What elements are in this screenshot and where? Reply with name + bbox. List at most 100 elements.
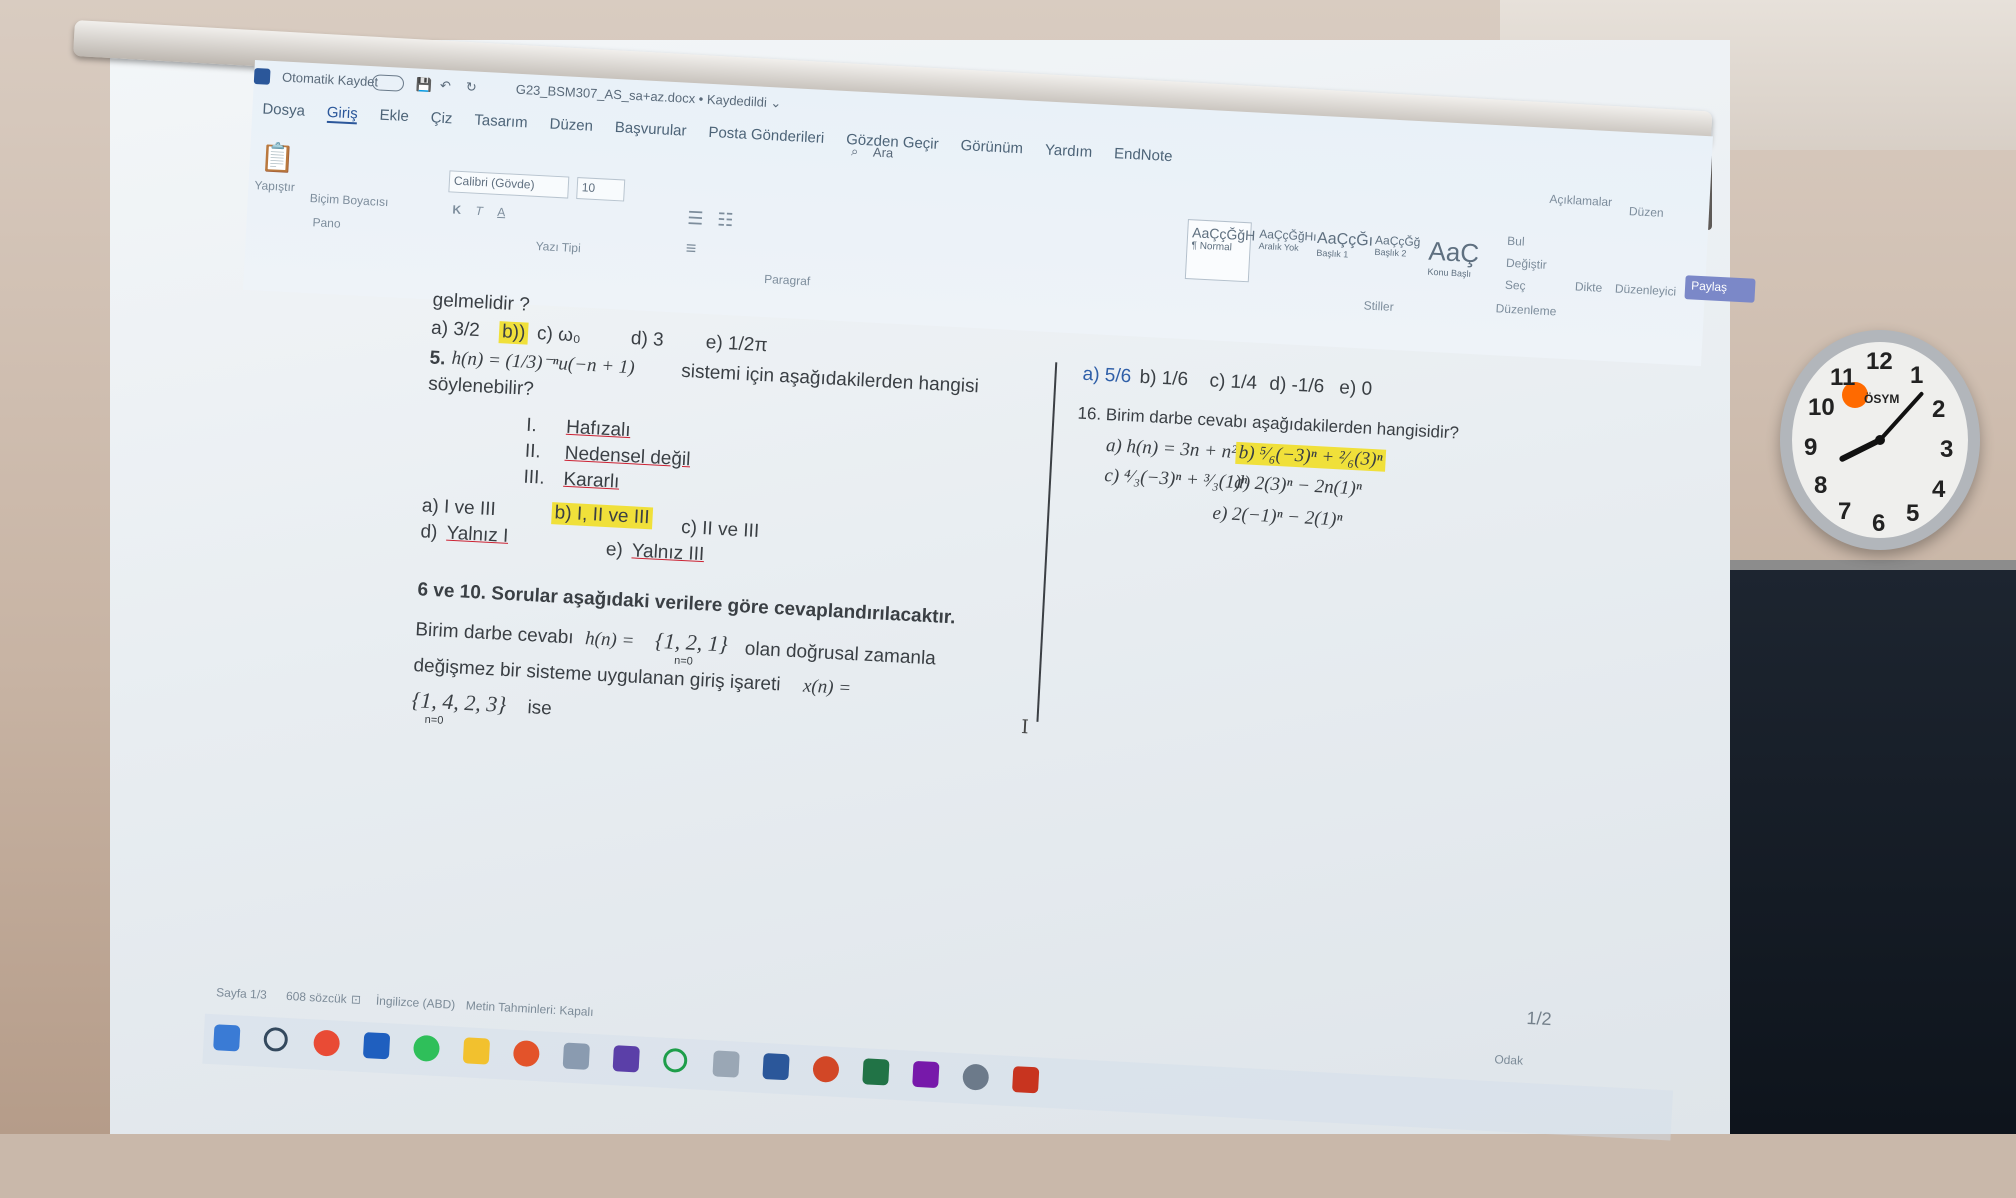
tab-tasarim[interactable]: Tasarım (474, 112, 528, 134)
clipboard-group-label: Pano (312, 215, 341, 231)
editor-button[interactable]: Düzenleyici (1615, 281, 1677, 298)
numbering-icon[interactable]: ☷ (717, 209, 734, 231)
font-name-select[interactable]: Calibri (Gövde) (448, 170, 570, 199)
find-button[interactable]: Bul (1507, 234, 1525, 249)
paste-icon[interactable]: 📋 (259, 140, 296, 175)
q4-option-c: c) ω₀ (536, 323, 582, 347)
style-title-label: Konu Başlı (1427, 266, 1472, 279)
replace-button[interactable]: Değiştir (1506, 256, 1547, 272)
q4-option-d: d) 3 (630, 328, 665, 351)
font-size-select[interactable]: 10 (576, 177, 626, 202)
projected-word-window: Otomatik Kaydet 💾 ↶ ↻ G23_BSM307_AS_sa+a… (200, 60, 1756, 1195)
onenote-icon[interactable] (912, 1060, 940, 1089)
tab-ekle[interactable]: Ekle (379, 107, 409, 128)
grammarly-icon[interactable] (662, 1047, 688, 1073)
styles-group-label: Stiller (1363, 298, 1395, 314)
share-button[interactable]: Paylaş (1684, 275, 1756, 303)
tab-giris[interactable]: Giriş (326, 103, 359, 125)
document-title: G23_BSM307_AS_sa+az.docx • Kaydedildi ⌄ (515, 81, 782, 111)
autosave-label: Otomatik Kaydet (281, 69, 379, 90)
tab-endnote[interactable]: EndNote (1114, 145, 1173, 167)
autosave-toggle[interactable] (371, 74, 405, 92)
q5-text-2: söylenebilir? (427, 373, 535, 401)
blackboard (1700, 570, 2016, 1134)
chrome-icon[interactable] (312, 1029, 341, 1057)
outlook-icon[interactable] (362, 1032, 391, 1060)
clock-hands (1839, 391, 1924, 462)
item-3-text: Kararlı (562, 468, 620, 493)
style-title[interactable]: AaÇ Konu Başlı (1422, 232, 1484, 295)
tab-gozden-gecir[interactable]: Gözden Geçir (846, 131, 939, 155)
undo-icon[interactable]: ↶ (439, 78, 452, 95)
word-icon[interactable] (762, 1052, 790, 1081)
format-painter-button[interactable]: Biçim Boyacısı (309, 191, 388, 209)
firefox-icon[interactable] (512, 1039, 541, 1068)
q5-text: sistemi için aşağıdakilerden hangisi (680, 360, 980, 398)
tab-posta[interactable]: Posta Gönderileri (708, 124, 825, 149)
section-line-1a: Birim darbe cevabı (414, 619, 575, 649)
section-x-subscript: n=0 (424, 713, 444, 727)
tab-ciz[interactable]: Çiz (430, 109, 453, 129)
style-title-preview: AaÇ (1427, 235, 1480, 269)
italic-icon[interactable]: T (475, 204, 483, 218)
document-body: gelmelidir ? a) 3/2 b)) c) ω₀ d) 3 e) 1/… (387, 289, 1712, 1056)
file-explorer-icon[interactable] (462, 1037, 491, 1065)
bullets-icon[interactable]: ☰ (687, 208, 704, 230)
bold-icon[interactable]: K (452, 203, 461, 217)
q5-number: 5. (429, 347, 447, 370)
style-heading-2[interactable]: AaÇçĞğ Başlık 2 (1369, 229, 1425, 292)
proofing-icon[interactable]: ⊡ (351, 992, 362, 1007)
tab-basvurular[interactable]: Başvurular (614, 119, 686, 142)
q5-option-a: a) I ve III (421, 495, 497, 521)
q16-option-a: a) h(n) = 3n + n² (1105, 435, 1238, 463)
edit-mode-button[interactable]: Düzen (1629, 204, 1664, 220)
status-focus[interactable]: Odak (1494, 1052, 1523, 1067)
ribbon-tabs: Dosya Giriş Ekle Çiz Tasarım Düzen Başvu… (262, 100, 1173, 167)
section-h-subscript: n=0 (673, 654, 694, 668)
status-language[interactable]: İngilizce (ABD) (376, 994, 456, 1012)
q5-option-e: Yalnız III (631, 540, 705, 566)
tab-yardim[interactable]: Yardım (1044, 141, 1093, 162)
q5-option-d-prefix: d) (419, 521, 438, 544)
redo-icon[interactable]: ↻ (465, 79, 478, 96)
q4-option-b: b)) (498, 321, 529, 345)
status-predictions[interactable]: Metin Tahminleri: Kapalı (465, 998, 593, 1019)
q16-option-b: b) ⁵⁄₆(−3)ⁿ + ²⁄₆(3)ⁿ (1235, 441, 1387, 472)
powerpoint-icon[interactable] (812, 1055, 840, 1083)
q5-option-b: b) I, II ve III (551, 502, 654, 530)
section-x-formula: x(n) = (802, 675, 852, 700)
pdf-icon[interactable] (1012, 1066, 1040, 1094)
column-divider (1036, 362, 1058, 722)
select-button[interactable]: Seç (1505, 278, 1526, 293)
premiere-icon[interactable] (612, 1045, 640, 1073)
dictate-button[interactable]: Dikte (1575, 279, 1603, 294)
style-heading-1[interactable]: AaÇçĞı Başlık 1 (1311, 226, 1378, 289)
search-icon[interactable] (263, 1026, 289, 1053)
windows-start-icon[interactable] (213, 1024, 241, 1052)
whatsapp-icon[interactable] (412, 1034, 441, 1062)
app-icon-2[interactable] (712, 1050, 740, 1078)
q4-option-e: e) 1/2π (705, 331, 769, 357)
app-icon-3[interactable] (962, 1063, 990, 1091)
tab-gorunum[interactable]: Görünüm (960, 137, 1023, 159)
tab-duzen[interactable]: Düzen (549, 116, 593, 137)
paste-label[interactable]: Yapıştır (254, 178, 295, 194)
word-app-icon (253, 67, 271, 85)
section-line-1b: olan doğrusal zamanla (744, 638, 937, 670)
excel-icon[interactable] (862, 1058, 890, 1086)
q15-option-d: d) -1/6 (1268, 373, 1325, 398)
item-1-num: I. (525, 414, 538, 437)
app-icon[interactable] (562, 1042, 590, 1070)
q15-option-c: c) 1/4 (1208, 370, 1258, 394)
save-icon[interactable]: 💾 (416, 76, 433, 93)
q15-option-b: b) 1/6 (1139, 366, 1189, 391)
status-page[interactable]: Sayfa 1/3 (216, 985, 267, 1002)
style-normal[interactable]: AaÇçĞğH ¶ Normal (1184, 219, 1256, 283)
tab-dosya[interactable]: Dosya (262, 100, 305, 121)
wall-clock: ÖSYM 12 1 2 3 4 5 6 7 8 9 10 11 (1780, 330, 1980, 550)
underline-icon[interactable]: A (497, 205, 506, 219)
q5-option-d: Yalnız I (445, 522, 509, 547)
comments-button[interactable]: Açıklamalar (1549, 192, 1612, 209)
status-words[interactable]: 608 sözcük (286, 989, 347, 1006)
align-left-icon[interactable]: ≡ (685, 238, 697, 260)
